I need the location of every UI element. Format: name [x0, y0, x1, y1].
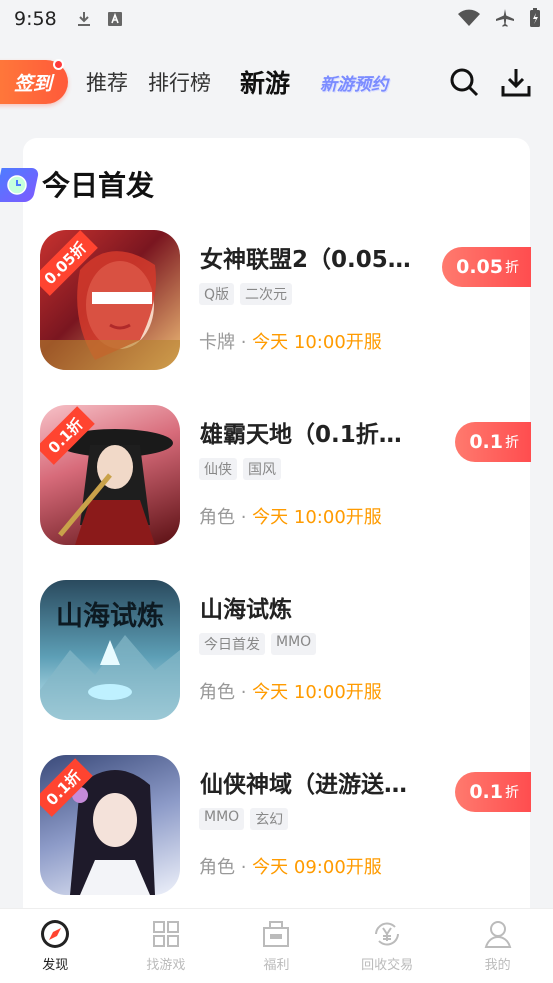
compass-icon [41, 920, 70, 948]
discount-unit: 折 [505, 785, 519, 801]
top-nav: 签到 推荐 排行榜 新游 新游预约 [0, 52, 553, 112]
tab-new-games[interactable]: 新游 [240, 52, 290, 112]
discount-value: 0.1 [469, 781, 503, 803]
game-row[interactable]: 0.1折 雄霸天地（0.1折… 仙侠 国风 角色 · 今天 10:00开服 0.… [40, 405, 531, 545]
game-meta: 卡牌 · 今天 10:00开服 [199, 332, 382, 353]
game-tags: 仙侠 国风 [199, 458, 281, 480]
game-artwork: 山海试炼 [40, 600, 180, 720]
tag: 二次元 [240, 283, 293, 305]
game-row[interactable]: 山海试炼 山海试炼 今日首发 MMO 角色 · 今天 10:00开服 [40, 580, 530, 720]
game-icon[interactable]: 0.05折 [40, 230, 180, 370]
discount-unit: 折 [505, 260, 519, 276]
app-status-icon [107, 12, 122, 26]
bottom-tab-bar: 发现 找游戏 福利 回收交易 我的 [0, 908, 553, 983]
game-icon[interactable]: 0.1折 [40, 405, 180, 545]
grid-icon [152, 921, 179, 947]
battery-icon [530, 8, 540, 27]
discount-value: 0.05 [456, 256, 503, 278]
tag: 今日首发 [199, 633, 265, 655]
tab-welfare[interactable]: 福利 [221, 909, 332, 983]
tag: Q版 [199, 283, 235, 305]
user-icon [484, 921, 511, 948]
tab-label: 福利 [263, 958, 290, 973]
game-icon[interactable]: 0.1折 [40, 755, 180, 895]
tag: 玄幻 [250, 808, 289, 830]
download-status-icon [77, 12, 90, 26]
tab-trade[interactable]: 回收交易 [332, 909, 443, 983]
tab-ranking[interactable]: 排行榜 [148, 52, 211, 112]
game-genre: 角色 [199, 857, 235, 878]
notification-dot [53, 59, 64, 70]
status-time: 9:58 [14, 8, 57, 30]
tag: MMO [199, 808, 245, 830]
section-title: 今日首发 [42, 169, 155, 202]
tab-find-games[interactable]: 找游戏 [111, 909, 222, 983]
game-genre: 角色 [199, 682, 235, 703]
game-icon[interactable]: 山海试炼 [40, 580, 180, 720]
tab-recommend[interactable]: 推荐 [86, 52, 128, 112]
game-genre: 卡牌 [199, 332, 235, 353]
tab-label: 回收交易 [361, 958, 414, 973]
tag: 仙侠 [199, 458, 237, 480]
discount-badge: 0.1 折 [455, 772, 531, 812]
game-title: 女神联盟2（0.05… [200, 247, 411, 273]
game-title: 山海试炼 [200, 597, 292, 623]
tab-discover[interactable]: 发现 [0, 909, 111, 983]
airplane-icon [496, 9, 514, 27]
status-bar: 9:58 [0, 0, 553, 38]
tag: 国风 [243, 458, 281, 480]
discount-unit: 折 [505, 435, 519, 451]
tab-new-game-reservation[interactable]: 新游预约 [320, 52, 388, 112]
server-open-time: 今天 10:00开服 [252, 332, 382, 353]
server-open-time: 今天 09:00开服 [252, 857, 382, 878]
game-tags: 今日首发 MMO [199, 633, 317, 655]
game-meta: 角色 · 今天 10:00开服 [199, 682, 382, 703]
game-genre: 角色 [199, 507, 235, 528]
tag: MMO [271, 633, 317, 655]
server-open-time: 今天 10:00开服 [252, 682, 382, 703]
tab-profile[interactable]: 我的 [442, 909, 553, 983]
discount-badge: 0.05 折 [442, 247, 531, 287]
game-tags: MMO 玄幻 [199, 808, 289, 830]
tab-label: 找游戏 [146, 958, 186, 973]
game-meta: 角色 · 今天 10:00开服 [199, 507, 382, 528]
wifi-icon [458, 9, 480, 26]
search-icon[interactable] [448, 66, 480, 98]
discount-badge: 0.1 折 [455, 422, 531, 462]
gift-icon [263, 921, 290, 947]
game-title: 雄霸天地（0.1折… [200, 422, 402, 448]
game-title: 仙侠神域（进游送… [200, 772, 407, 798]
game-row[interactable]: 0.1折 仙侠神域（进游送… MMO 玄幻 角色 · 今天 09:00开服 0.… [40, 755, 531, 895]
game-meta: 角色 · 今天 09:00开服 [199, 857, 382, 878]
server-open-time: 今天 10:00开服 [252, 507, 382, 528]
game-row[interactable]: 0.05折 女神联盟2（0.05… Q版 二次元 卡牌 · 今天 10:00开服… [40, 230, 531, 370]
download-icon[interactable] [500, 66, 532, 98]
tab-label: 发现 [42, 958, 69, 973]
yen-exchange-icon [375, 922, 400, 946]
tab-label: 我的 [484, 958, 511, 973]
signin-label: 签到 [13, 72, 52, 95]
game-tags: Q版 二次元 [199, 283, 293, 305]
discount-value: 0.1 [469, 431, 503, 453]
game-artwork-title: 山海试炼 [56, 600, 164, 631]
